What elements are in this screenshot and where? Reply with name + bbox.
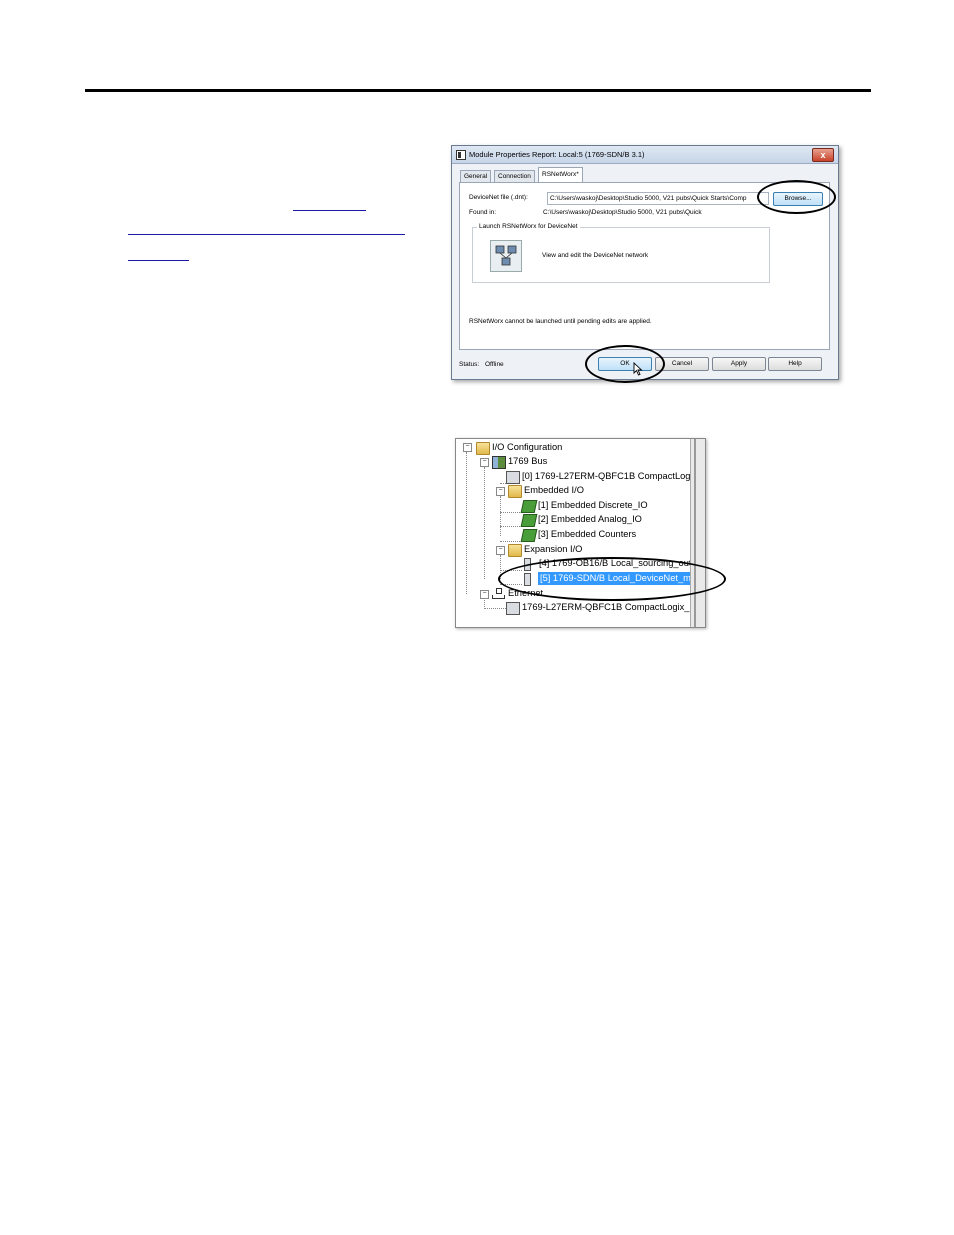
collapse-toggle[interactable]: −	[496, 487, 505, 496]
devicenet-module-highlight-ellipse	[498, 557, 726, 601]
launch-description: View and edit the DeviceNet network	[542, 252, 649, 259]
ok-highlight-ellipse	[585, 345, 665, 383]
launch-rsnetworx-group: Launch RSNetWorx for DeviceNet View and …	[472, 223, 770, 283]
collapse-toggle[interactable]: −	[480, 458, 489, 467]
rsnetworx-launch-icon[interactable]	[490, 240, 522, 272]
window-icon	[456, 150, 466, 160]
controller-icon	[506, 602, 520, 615]
devicenet-file-label: DeviceNet file (.dnt):	[469, 194, 528, 201]
launch-group-label: Launch RSNetWorx for DeviceNet	[477, 223, 580, 230]
cross-reference-link[interactable]	[128, 220, 405, 235]
header-rule	[85, 89, 871, 92]
devicenet-file-field[interactable]: C:\Users\waskoj\Desktop\Studio 5000, V21…	[547, 192, 769, 205]
found-in-label: Found in:	[469, 209, 497, 216]
help-button[interactable]: Help	[768, 357, 822, 371]
status-label: Status:	[459, 361, 480, 368]
folder-icon	[508, 544, 522, 557]
collapse-toggle[interactable]: −	[463, 443, 472, 452]
browse-highlight-ellipse	[757, 180, 836, 214]
tree-scrollbar[interactable]	[690, 439, 705, 627]
folder-icon	[508, 485, 522, 498]
controller-icon	[506, 471, 520, 484]
cross-reference-link[interactable]	[293, 196, 366, 211]
found-in-value: C:\Users\waskoj\Desktop\Studio 5000, V21…	[543, 209, 702, 216]
bus-icon	[492, 456, 506, 469]
tab-connection[interactable]: Connection	[494, 170, 535, 182]
apply-button[interactable]: Apply	[712, 357, 766, 371]
collapse-toggle[interactable]: −	[496, 546, 505, 555]
status-value: Offline	[485, 361, 504, 368]
close-button[interactable]: x	[812, 148, 834, 162]
folder-icon	[476, 442, 490, 455]
pending-edits-message: RSNetWorx cannot be launched until pendi…	[469, 318, 652, 325]
embedded-module-icon	[520, 529, 538, 542]
dialog-titlebar: Module Properties Report: Local:5 (1769-…	[452, 146, 838, 164]
tab-rsnetworx[interactable]: RSNetWorx*	[538, 167, 583, 182]
embedded-module-icon	[520, 500, 538, 513]
cross-reference-link[interactable]	[128, 246, 189, 261]
tab-general[interactable]: General	[460, 170, 492, 182]
embedded-module-icon	[520, 514, 538, 527]
dialog-title: Module Properties Report: Local:5 (1769-…	[469, 150, 645, 159]
collapse-toggle[interactable]: −	[480, 590, 489, 599]
network-icon	[492, 588, 505, 599]
